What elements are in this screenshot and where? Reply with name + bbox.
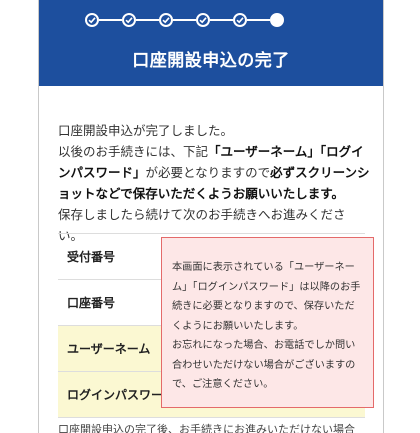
row-label: ログインパスワード <box>67 388 176 402</box>
step-1-check-icon <box>85 13 99 27</box>
page-title: 口座開設申込の完了 <box>132 51 290 71</box>
step-5-check-icon <box>233 13 247 27</box>
step-connector <box>136 19 159 21</box>
step-connector <box>247 19 270 21</box>
row-label: 受付番号 <box>67 250 116 264</box>
step-3-check-icon <box>159 13 173 27</box>
message-prefix: 以後のお手続きには、下記 <box>58 144 209 159</box>
completion-message: 口座開設申込が完了しました。 以後のお手続きには、下記「ユーザーネーム」「ログイ… <box>58 120 370 246</box>
footer-note: 口座開設申込の完了後、お手続きにお進みいただけない場合 <box>58 423 355 433</box>
step-4-check-icon <box>196 13 210 27</box>
step-2-check-icon <box>122 13 136 27</box>
header: 口座開設申込の完了 <box>39 0 383 86</box>
page-frame: 口座開設申込の完了 口座開設申込が完了しました。 以後のお手続きには、下記「ユー… <box>38 0 384 433</box>
step-connector <box>99 19 122 21</box>
message-mid: が必要となりますので <box>145 165 271 180</box>
message-line-complete: 口座開設申込が完了しました。 <box>58 123 234 138</box>
progress-steps <box>85 10 284 30</box>
notice-line-save: 本画面に表示されている「ユーザーネーム」「ログインパスワード」は以降のお手続きに… <box>172 262 361 332</box>
notice-line-caution: お忘れになった場合、お電話でしか問い合わせいただけない場合がございますので、ご注… <box>172 340 356 390</box>
step-6-current-dot-icon <box>270 13 284 27</box>
row-label: 口座番号 <box>67 296 116 310</box>
step-connector <box>210 19 233 21</box>
message-line-instructions: 以後のお手続きには、下記「ユーザーネーム」「ログインパスワード」が必要となります… <box>58 141 370 204</box>
save-credentials-notice: 本画面に表示されている「ユーザーネーム」「ログインパスワード」は以降のお手続きに… <box>161 237 374 408</box>
row-label: ユーザーネーム <box>67 342 151 356</box>
step-connector <box>173 19 196 21</box>
